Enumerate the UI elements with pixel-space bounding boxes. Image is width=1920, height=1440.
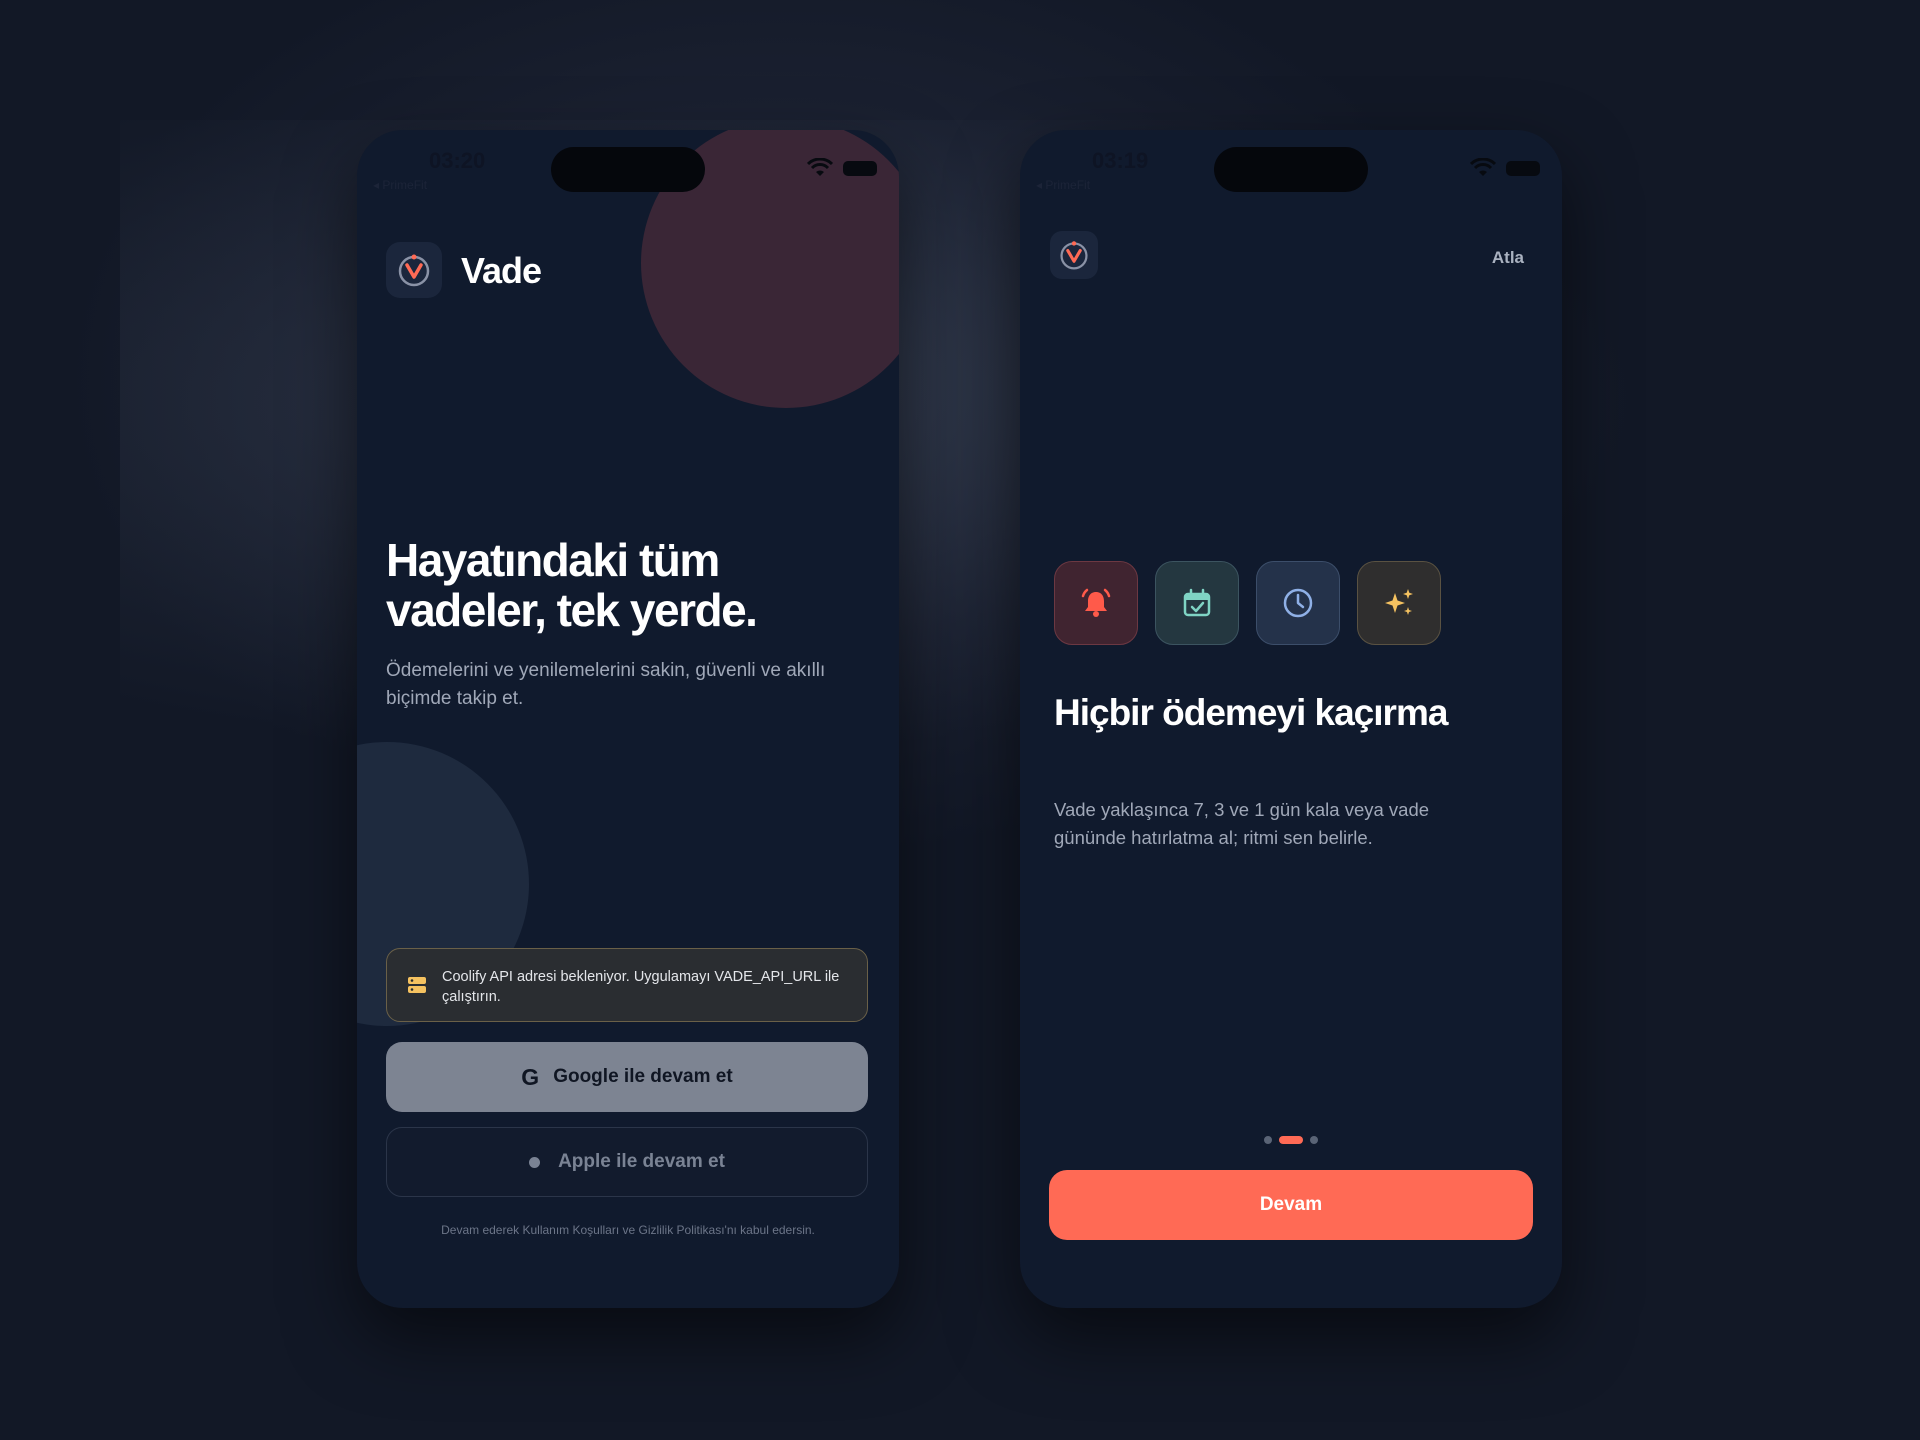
dynamic-island — [551, 147, 705, 192]
onboarding-subtitle: Vade yaklaşınca 7, 3 ve 1 gün kala veya … — [1054, 799, 1430, 848]
status-time: 03:19 — [1092, 148, 1149, 173]
brand-name: Vade — [461, 250, 542, 291]
clock-icon — [1283, 588, 1313, 618]
dynamic-island — [1214, 147, 1368, 192]
continue-button[interactable]: Devam — [1049, 1170, 1533, 1240]
feature-tile-calendar — [1155, 561, 1239, 645]
feature-tile-clock — [1256, 561, 1340, 645]
phone-screen-onboarding: 03:19 ◂ PrimeFit Atla Hiçbir ödemeyi kaç… — [1020, 130, 1562, 1308]
onboarding-title: Hiçbir ödemeyi kaçırma — [1054, 692, 1448, 733]
page-dot[interactable] — [1264, 1136, 1272, 1144]
api-notice-text: Coolify API adresi bekleniyor. Uygulamay… — [442, 969, 840, 1005]
bell-icon — [1081, 588, 1111, 617]
calendar-check-icon — [1183, 588, 1211, 617]
battery-icon — [843, 161, 877, 176]
apple-signin-label: Apple ile devam et — [558, 1151, 725, 1172]
hero-title: Hayatındaki tüm vadeler, tek yerde. — [386, 534, 758, 636]
wifi-icon — [1470, 158, 1496, 176]
battery-icon — [1506, 161, 1540, 176]
pagination-dots — [1020, 1136, 1562, 1144]
status-time: 03:20 — [429, 148, 486, 173]
status-back-app[interactable]: ◂ PrimeFit — [1036, 178, 1090, 192]
skip-button[interactable]: Atla — [1492, 248, 1524, 268]
terms-text: Devam ederek Kullanım Koşulları ve Gizli… — [441, 1223, 815, 1237]
hero-subtitle: Ödemelerini ve yenilemelerini sakin, güv… — [386, 660, 826, 709]
phone-screen-login: 03:20 ◂ PrimeFit Vade Hayatındaki tüm va… — [357, 130, 899, 1308]
page-dot[interactable] — [1310, 1136, 1318, 1144]
feature-tile-reminder — [1054, 561, 1138, 645]
status-back-app[interactable]: ◂ PrimeFit — [373, 178, 427, 192]
feature-tile-smart — [1357, 561, 1441, 645]
api-notice-banner: Coolify API adresi bekleniyor. Uygulamay… — [386, 948, 868, 1022]
vade-logo-icon — [1060, 241, 1088, 270]
vade-logo-icon — [398, 254, 430, 287]
wifi-icon — [807, 158, 833, 176]
page-dot-active[interactable] — [1279, 1136, 1303, 1144]
google-signin-label: Google ile devam et — [553, 1066, 733, 1087]
apple-signin-button[interactable]: Apple ile devam et — [386, 1127, 868, 1197]
server-icon — [408, 977, 426, 993]
google-signin-button[interactable]: G Google ile devam et — [386, 1042, 868, 1112]
google-icon: G — [521, 1063, 540, 1090]
app-logo — [386, 242, 442, 298]
sparkles-icon — [1385, 589, 1413, 615]
app-logo — [1050, 231, 1098, 279]
apple-icon — [529, 1156, 541, 1168]
continue-label: Devam — [1259, 1194, 1323, 1215]
